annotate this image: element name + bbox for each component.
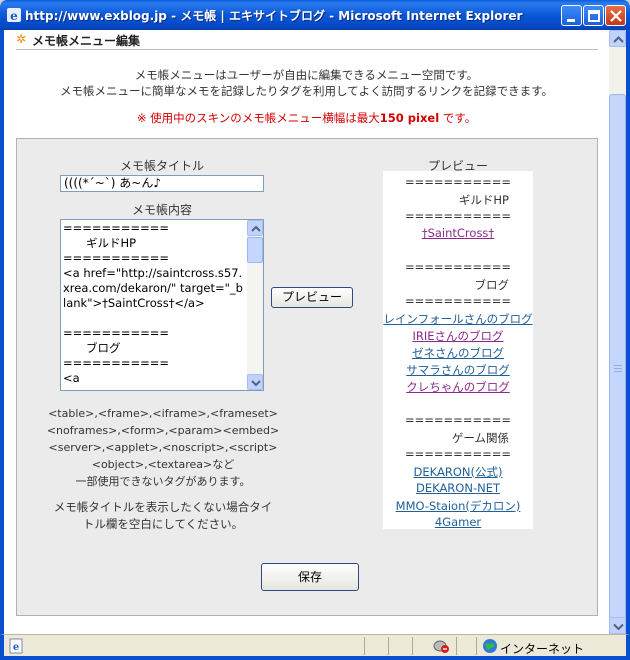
width-warning: ※ 使用中のスキンのメモ帳メニュー横幅は最大150 pixel です。 bbox=[4, 110, 609, 126]
warning-suffix: です。 bbox=[439, 111, 477, 125]
svg-text:e: e bbox=[13, 642, 19, 653]
scroll-up-button[interactable] bbox=[609, 30, 626, 47]
preview-link-blog[interactable]: レインフォールさんのブログ bbox=[383, 311, 533, 327]
tags-note-line: <server>,<applet>,<noscript>,<script> bbox=[48, 441, 278, 454]
warning-value: 150 pixel bbox=[379, 111, 440, 125]
preview-divider: =========== bbox=[405, 413, 511, 427]
arrow-down-icon bbox=[251, 380, 261, 387]
window-title: http://www.exblog.jp - メモ帳 | エキサイトブログ - … bbox=[25, 9, 523, 23]
page-content: ✲ メモ帳メニュー編集 メモ帳メニューはユーザーが自由に編集できるメニュー空間で… bbox=[4, 30, 609, 634]
preview-guild-heading: ギルドHP bbox=[458, 193, 509, 207]
arrow-up-icon bbox=[251, 225, 261, 232]
close-icon bbox=[610, 10, 622, 22]
window-scroll-thumb[interactable] bbox=[609, 94, 626, 642]
maximize-icon bbox=[588, 10, 600, 22]
section-title: メモ帳メニュー編集 bbox=[32, 34, 141, 48]
preview-divider: =========== bbox=[405, 175, 511, 189]
save-button[interactable]: 保存 bbox=[261, 563, 359, 591]
preview-button[interactable]: プレビュー bbox=[271, 287, 353, 308]
preview-blog-heading: ブログ bbox=[474, 278, 510, 292]
title-note-line: トル欄を空白にしてください。 bbox=[82, 517, 244, 531]
tags-note-line: <noframes>,<form>,<param><embed> bbox=[46, 424, 280, 437]
maximize-button[interactable] bbox=[583, 5, 604, 26]
preview-game-heading: ゲーム関係 bbox=[451, 431, 509, 445]
tags-note-line: <object>,<textarea>など bbox=[91, 458, 235, 471]
svg-text:e: e bbox=[10, 9, 18, 23]
preview-link-game[interactable]: 4Gamer bbox=[383, 515, 533, 529]
window-title-bar[interactable]: e http://www.exblog.jp - メモ帳 | エキサイトブログ … bbox=[0, 0, 630, 30]
scroll-down-button[interactable] bbox=[609, 617, 626, 634]
memo-title-input[interactable]: ((((*´~`) あ~ん♪ bbox=[60, 175, 264, 192]
page-done-icon: e bbox=[9, 638, 23, 654]
close-button[interactable] bbox=[605, 5, 626, 26]
preview-divider: =========== bbox=[405, 447, 511, 461]
intro-line-1: メモ帳メニューはユーザーが自由に編集できるメニュー空間です。 bbox=[134, 68, 479, 82]
star-icon: ✲ bbox=[16, 32, 27, 46]
preview-link-blog[interactable]: ゼネさんのブログ bbox=[383, 345, 533, 361]
intro-text: メモ帳メニューはユーザーが自由に編集できるメニュー空間です。 メモ帳メニューに簡… bbox=[4, 67, 609, 99]
preview-link-game[interactable]: MMO-Staion(デカロン) bbox=[383, 498, 533, 514]
arrow-up-icon bbox=[613, 36, 624, 43]
section-header: ✲ メモ帳メニュー編集 bbox=[16, 30, 598, 50]
title-note-line: メモ帳タイトルを表示したくない場合タイ bbox=[53, 500, 273, 514]
preview-link-game[interactable]: DEKARON-NET bbox=[383, 481, 533, 495]
tags-note-line: <table>,<frame>,<iframe>,<frameset> bbox=[48, 407, 278, 420]
arrow-down-icon bbox=[613, 623, 624, 631]
preview-link-blog[interactable]: IRIEさんのブログ bbox=[383, 328, 533, 344]
preview-link-blog[interactable]: クレちゃんのブログ bbox=[383, 379, 533, 395]
minimize-button[interactable] bbox=[561, 5, 582, 26]
memo-content-text: =========== ギルドHP =========== <a href="h… bbox=[63, 221, 243, 385]
restricted-tags-note: <table>,<frame>,<iframe>,<frameset> <nof… bbox=[45, 405, 281, 490]
memo-content-label: メモ帳内容 bbox=[131, 203, 192, 217]
preview-divider: =========== bbox=[405, 260, 511, 274]
intro-line-2: メモ帳メニューに簡単なメモを記録したりタグを利用してよく訪問するリンクを記録でき… bbox=[60, 84, 553, 98]
window-scrollbar[interactable] bbox=[609, 30, 626, 642]
memo-title-label: メモ帳タイトル bbox=[119, 159, 204, 173]
textarea-scroll-thumb[interactable] bbox=[247, 237, 263, 263]
preview-pane: =========== ギルドHP =========== †SaintCros… bbox=[383, 171, 533, 529]
memo-edit-panel: メモ帳タイトル ((((*´~`) あ~ん♪ メモ帳内容 ===========… bbox=[16, 138, 598, 616]
preview-divider: =========== bbox=[405, 209, 511, 223]
preview-link-game[interactable]: DEKARON(公式) bbox=[383, 464, 533, 480]
hide-title-note: メモ帳タイトルを表示したくない場合タイ トル欄を空白にしてください。 bbox=[45, 499, 281, 533]
preview-link-blog[interactable]: サマラさんのブログ bbox=[383, 362, 533, 378]
status-bar: e インターネット bbox=[0, 634, 630, 660]
textarea-scrollbar[interactable] bbox=[247, 220, 263, 390]
preview-link-saintcross[interactable]: †SaintCross† bbox=[383, 226, 533, 240]
internet-explorer-icon: e bbox=[7, 8, 21, 23]
minimize-icon bbox=[567, 19, 575, 22]
tags-note-line: 一部使用できないタグがあります。 bbox=[75, 475, 251, 488]
privacy-blocked-icon[interactable] bbox=[432, 638, 450, 654]
scroll-down-button[interactable] bbox=[247, 374, 263, 390]
security-zone-label: インターネット bbox=[500, 642, 585, 656]
scroll-up-button[interactable] bbox=[247, 220, 263, 236]
preview-divider: =========== bbox=[405, 294, 511, 308]
memo-content-textarea[interactable]: =========== ギルドHP =========== <a href="h… bbox=[60, 219, 264, 391]
warning-prefix: ※ 使用中のスキンのメモ帳メニュー横幅は最大 bbox=[136, 111, 380, 125]
internet-zone-icon bbox=[483, 639, 497, 653]
